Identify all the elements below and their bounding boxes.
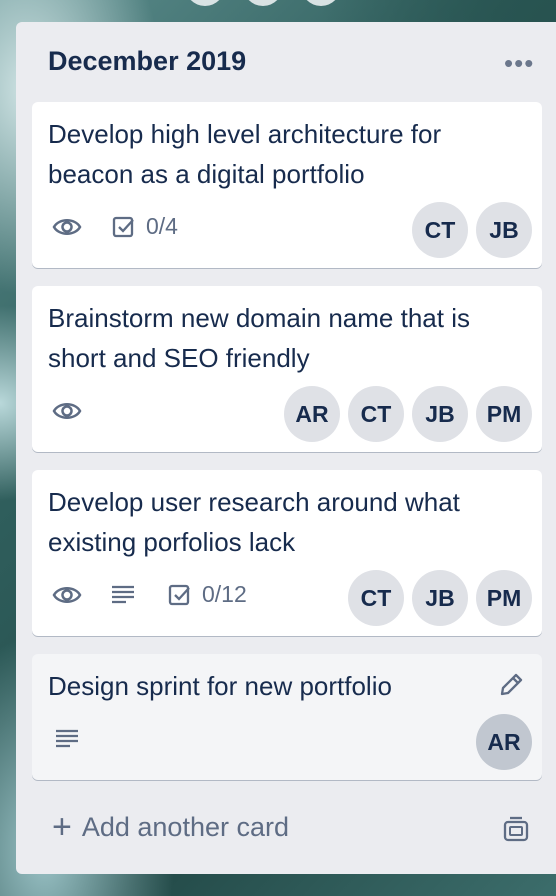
avatar[interactable]: JB <box>476 202 532 258</box>
checklist-count: 0/4 <box>146 213 178 239</box>
card[interactable]: Design sprint for new portfolio AR <box>32 654 542 780</box>
add-card-label: Add another card <box>81 812 289 842</box>
description-icon <box>110 584 136 604</box>
description-icon <box>54 728 80 748</box>
avatar[interactable]: JB <box>412 386 468 442</box>
checkbox-icon <box>112 216 134 237</box>
list-title[interactable]: December 2019 <box>48 46 246 77</box>
checklist-badge: 0/4 <box>112 213 178 240</box>
avatar[interactable]: PM <box>476 570 532 626</box>
avatar[interactable]: AR <box>476 714 532 770</box>
eye-icon <box>52 216 82 238</box>
card-title: Develop user research around what existi… <box>48 487 460 557</box>
card[interactable]: Develop high level architecture for beac… <box>32 102 542 268</box>
board-header-decoration <box>185 0 341 6</box>
avatar[interactable]: CT <box>348 570 404 626</box>
card[interactable]: Brainstorm new domain name that is short… <box>32 286 542 452</box>
card-title: Develop high level architecture for beac… <box>48 119 442 189</box>
list-column: December 2019 ••• Develop high level arc… <box>16 22 556 874</box>
avatar[interactable]: PM <box>476 386 532 442</box>
avatar[interactable]: CT <box>412 202 468 258</box>
avatar[interactable]: AR <box>284 386 340 442</box>
checklist-badge: 0/12 <box>168 581 247 608</box>
more-horizontal-icon[interactable]: ••• <box>504 50 534 76</box>
card[interactable]: Develop user research around what existi… <box>32 470 542 636</box>
checkbox-icon <box>168 584 190 605</box>
checklist-count: 0/12 <box>202 581 247 607</box>
avatar[interactable]: JB <box>412 570 468 626</box>
card-title: Design sprint for new portfolio <box>48 671 392 701</box>
eye-icon <box>52 400 82 422</box>
pencil-icon[interactable] <box>498 672 524 698</box>
add-card-button[interactable]: + Add another card <box>52 808 289 846</box>
avatar[interactable]: CT <box>348 386 404 442</box>
card-template-icon[interactable] <box>502 816 530 849</box>
card-title: Brainstorm new domain name that is short… <box>48 303 470 373</box>
plus-icon: + <box>52 808 72 846</box>
eye-icon <box>52 584 82 606</box>
